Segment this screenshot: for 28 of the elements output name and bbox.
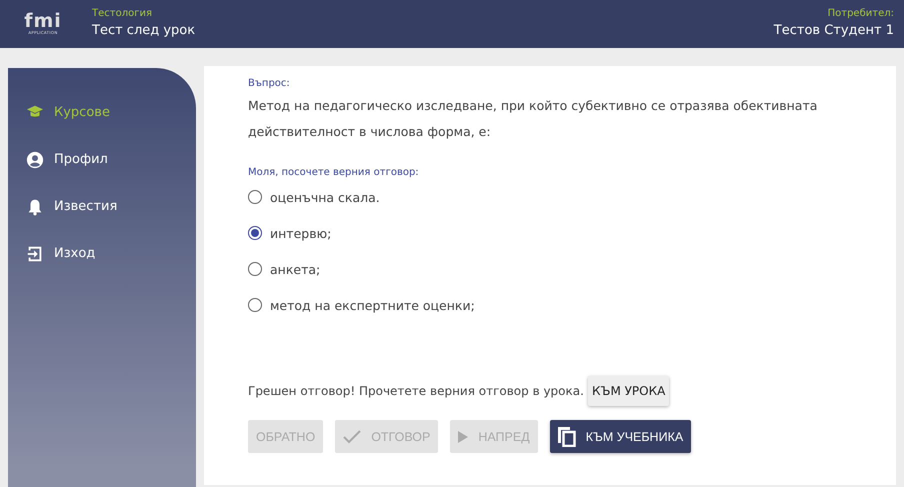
user-label: Потребител: (828, 7, 894, 21)
radio-button[interactable] (248, 298, 262, 312)
feedback-message: Грешен отговор! Прочетете верния отговор в урока. (248, 384, 584, 398)
question-label: Въпрос: (248, 78, 291, 90)
check-icon (343, 430, 362, 444)
lesson-button[interactable]: КЪМ УРОКА (588, 376, 670, 406)
answer-option[interactable]: метод на експертните оценки; (248, 287, 475, 323)
page-title: Тест след урок (92, 22, 196, 40)
copy-icon (558, 426, 576, 446)
bell-icon (26, 198, 44, 216)
question-text: Метод на педагогическо изследване, при който субективно се отразява обективната действителност в числова форма, е: (248, 97, 818, 141)
answer-option[interactable]: анкета; (248, 251, 320, 287)
exit-icon (26, 244, 44, 262)
radio-button[interactable] (248, 262, 262, 276)
user-icon (26, 150, 44, 168)
play-icon (458, 430, 468, 442)
sidebar-item[interactable]: Изход (8, 231, 196, 276)
sidebar-item[interactable]: Профил (8, 137, 196, 182)
app-name: Тестология (92, 7, 153, 21)
user-name: Тестов Студент 1 (774, 22, 894, 40)
answer-option[interactable]: интервю; (248, 215, 332, 251)
sidebar-item[interactable]: Курсове (8, 90, 196, 135)
radio-button[interactable] (248, 226, 262, 240)
nav-button[interactable]: КЪМ УЧЕБНИКА (550, 420, 692, 453)
answer-prompt: Моля, посочете верния отговор: (248, 167, 420, 179)
sidebar-item[interactable]: Известия (8, 184, 196, 229)
answer-option[interactable]: оценъчна скала. (248, 179, 380, 215)
radio-button[interactable] (248, 190, 262, 204)
